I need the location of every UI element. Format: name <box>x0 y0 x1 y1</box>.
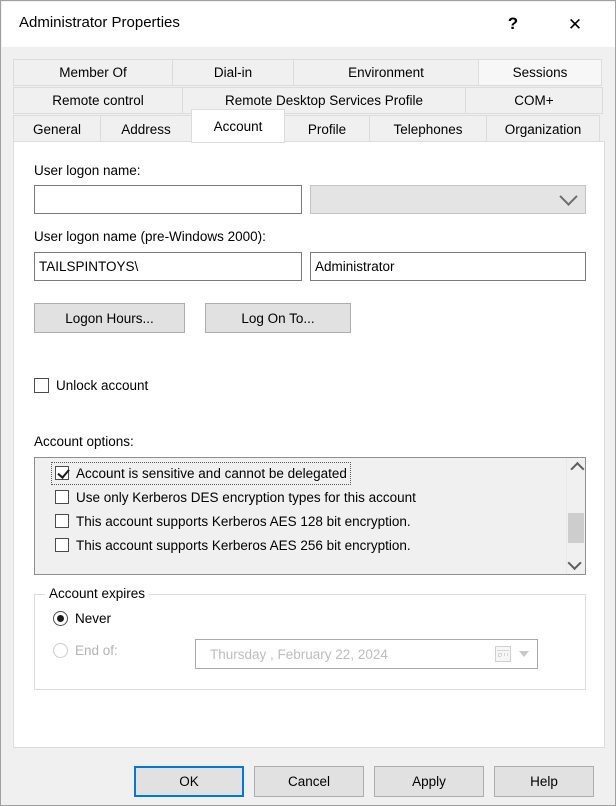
administrator-properties-dialog: Administrator Properties ? ✕ Member Of Di… <box>0 0 616 806</box>
tab-member-of[interactable]: Member Of <box>13 59 173 86</box>
ok-button[interactable]: OK <box>134 766 244 797</box>
tab-label: Sessions <box>512 65 568 80</box>
account-option-checkbox[interactable] <box>55 466 69 480</box>
calendar-icon <box>495 646 511 662</box>
cancel-button[interactable]: Cancel <box>254 766 364 797</box>
account-expiry-date-value: Thursday , February 22, 2024 <box>210 646 388 662</box>
expires-never-radio-row[interactable]: Never <box>53 611 111 626</box>
account-option-item[interactable]: Use only Kerberos DES encryption types f… <box>35 485 567 509</box>
tab-environment[interactable]: Environment <box>293 59 479 86</box>
user-logon-name-label: User logon name: <box>34 163 141 178</box>
upn-suffix-combobox[interactable] <box>310 185 586 214</box>
tab-strip: Member Of Dial-in Environment Sessions Remo… <box>13 59 605 143</box>
account-option-label: This account supports Kerberos AES 256 b… <box>76 537 411 553</box>
chevron-up-icon <box>570 461 585 477</box>
expires-never-label: Never <box>75 611 112 626</box>
account-option-item[interactable]: Account is sensitive and cannot be deleg… <box>35 461 567 485</box>
expires-end-of-label: End of: <box>75 643 118 658</box>
account-expiry-date-picker[interactable]: Thursday , February 22, 2024 <box>195 639 538 669</box>
account-option-label: Account is sensitive and cannot be deleg… <box>76 465 347 481</box>
tab-label: Environment <box>348 65 424 80</box>
account-options-listbox[interactable]: Account is sensitive and cannot be deleg… <box>34 457 586 575</box>
question-mark-icon: ? <box>507 14 519 33</box>
account-options-list: Account is sensitive and cannot be deleg… <box>35 458 567 574</box>
account-option-content: Use only Kerberos DES encryption types f… <box>55 490 416 505</box>
pre-windows-2000-label: User logon name (pre-Windows 2000): <box>34 229 266 244</box>
dialog-footer: OK Cancel Apply Help <box>1 756 615 805</box>
tab-label: Organization <box>504 121 582 137</box>
tab-com[interactable]: COM+ <box>465 87 603 114</box>
tab-label: Profile <box>307 121 347 137</box>
tab-account[interactable]: Account <box>191 109 285 143</box>
tab-remote-control[interactable]: Remote control <box>13 87 183 114</box>
tab-dial-in[interactable]: Dial-in <box>172 59 294 86</box>
tab-telephones[interactable]: Telephones <box>369 115 487 143</box>
tab-label: Account <box>213 118 263 134</box>
log-on-to-button[interactable]: Log On To... <box>205 303 351 333</box>
account-options-label: Account options: <box>34 434 134 449</box>
account-option-checkbox[interactable] <box>55 514 69 528</box>
unlock-account-checkbox-row[interactable]: Unlock account <box>34 378 148 393</box>
scroll-down-arrow-button[interactable] <box>567 554 585 572</box>
tab-label: COM+ <box>514 93 554 108</box>
account-option-content: This account supports Kerberos AES 256 b… <box>55 538 411 553</box>
expires-end-of-radio[interactable] <box>53 643 68 658</box>
pre-windows-2000-domain-input[interactable] <box>34 252 302 281</box>
expires-never-radio[interactable] <box>53 611 68 626</box>
pre-windows-2000-username-input[interactable] <box>310 252 586 281</box>
tab-label: General <box>32 121 82 137</box>
tab-address[interactable]: Address <box>100 115 192 143</box>
tab-row-1: Member Of Dial-in Environment Sessions <box>13 59 605 86</box>
scroll-up-arrow-button[interactable] <box>567 460 585 478</box>
tab-label: Remote Desktop Services Profile <box>224 93 424 108</box>
tab-label: Remote control <box>52 93 144 108</box>
chevron-down-icon <box>559 187 578 206</box>
chevron-down-icon <box>567 555 582 571</box>
close-button[interactable]: ✕ <box>552 2 598 46</box>
account-expires-title: Account expires <box>45 586 150 601</box>
tab-row-3: General Address Account Profile Telephones Or… <box>13 109 605 143</box>
account-expires-groupbox: Account expires Never End of: Thursday ,… <box>34 586 586 690</box>
window-title: Administrator Properties <box>19 14 180 31</box>
expires-end-of-radio-row[interactable]: End of: <box>53 643 118 658</box>
apply-button[interactable]: Apply <box>374 766 484 797</box>
account-option-checkbox[interactable] <box>55 538 69 552</box>
help-button[interactable]: Help <box>494 766 594 797</box>
tab-label: Member Of <box>59 65 127 80</box>
tab-label: Address <box>121 121 171 137</box>
account-option-item[interactable]: This account supports Kerberos AES 256 b… <box>35 533 567 557</box>
account-option-label: This account supports Kerberos AES 128 b… <box>76 513 411 529</box>
tab-label: Telephones <box>393 121 463 137</box>
tab-label: Dial-in <box>213 65 253 80</box>
chevron-down-icon <box>519 651 529 657</box>
account-option-item[interactable]: This account supports Kerberos AES 128 b… <box>35 509 567 533</box>
unlock-account-label: Unlock account <box>56 378 149 393</box>
account-option-content: Account is sensitive and cannot be deleg… <box>51 461 351 485</box>
tab-organization[interactable]: Organization <box>486 115 600 143</box>
tab-sessions[interactable]: Sessions <box>478 59 602 86</box>
account-option-label: Use only Kerberos DES encryption types f… <box>76 489 416 505</box>
account-option-content: This account supports Kerberos AES 128 b… <box>55 514 411 529</box>
logon-hours-button[interactable]: Logon Hours... <box>34 303 185 333</box>
user-logon-name-input[interactable] <box>34 185 302 214</box>
tab-profile[interactable]: Profile <box>284 115 370 143</box>
account-option-checkbox[interactable] <box>55 490 69 504</box>
tab-row-2: Remote control Remote Desktop Services Pr… <box>13 87 605 114</box>
unlock-account-checkbox[interactable] <box>34 378 49 393</box>
scrollbar-thumb[interactable] <box>568 513 584 543</box>
close-icon: ✕ <box>567 14 583 34</box>
account-tab-panel: User logon name: User logon name (pre-Wi… <box>13 141 605 748</box>
help-icon-button[interactable]: ? <box>490 2 536 46</box>
account-options-scrollbar[interactable] <box>566 458 585 574</box>
tab-general[interactable]: General <box>13 115 101 143</box>
